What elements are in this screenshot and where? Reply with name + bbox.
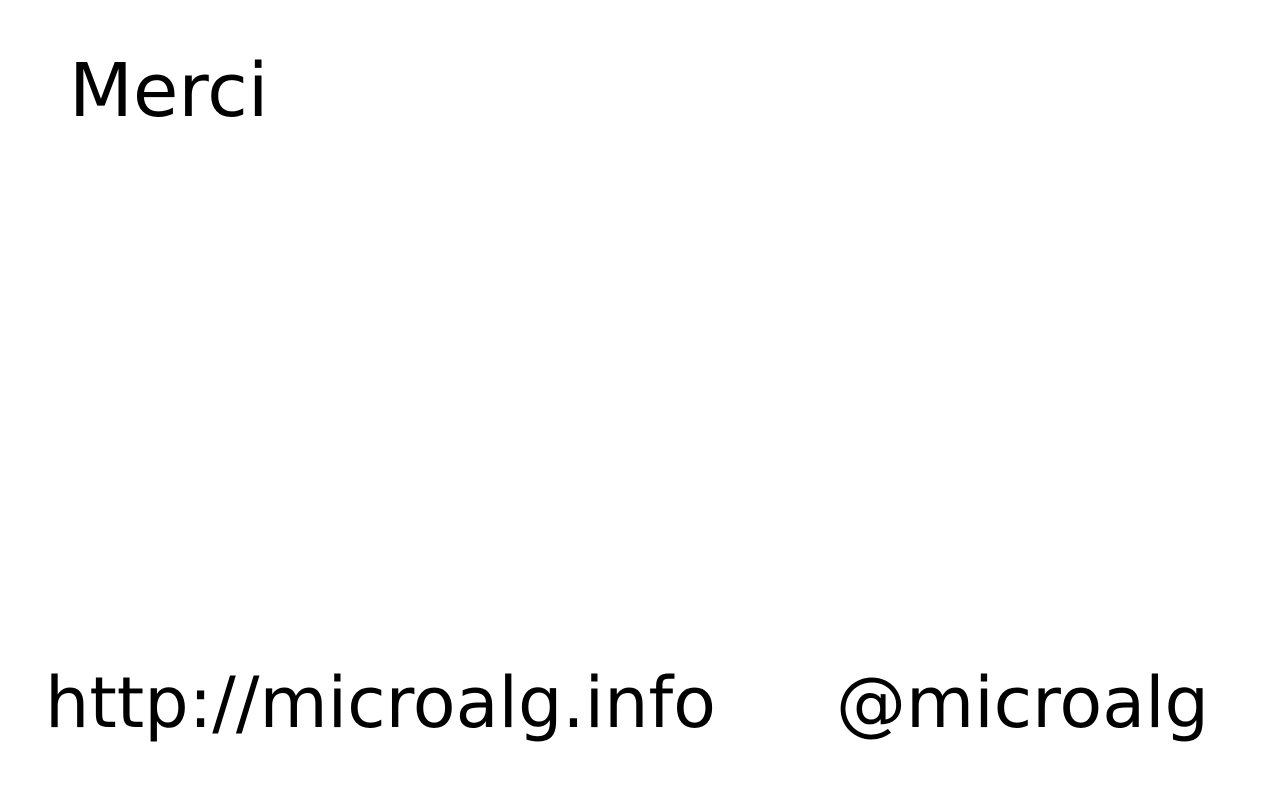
social-handle: @microalg [836, 662, 1209, 744]
slide: Merci http://microalg.info @microalg [0, 0, 1280, 800]
slide-title: Merci [69, 48, 269, 134]
website-link: http://microalg.info [45, 662, 716, 744]
